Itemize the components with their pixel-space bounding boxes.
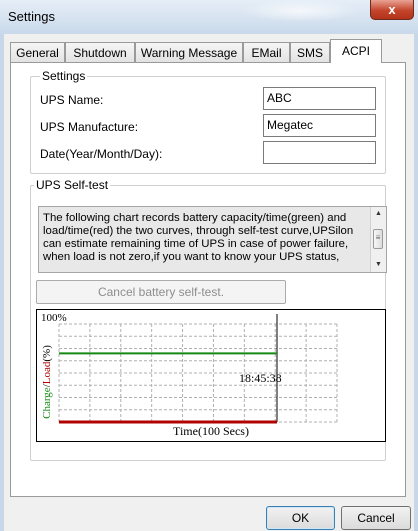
chart-xlabel: Time(100 Secs) bbox=[173, 424, 249, 438]
selftest-group-legend: UPS Self-test bbox=[34, 178, 111, 192]
ups-name-label: UPS Name: bbox=[40, 93, 104, 107]
window-title: Settings bbox=[8, 9, 55, 24]
ylabel-load: Load bbox=[41, 361, 53, 384]
ylabel-unit: (%) bbox=[41, 345, 53, 362]
scroll-up-icon[interactable]: ▲ bbox=[371, 207, 386, 221]
date-label: Date(Year/Month/Day): bbox=[40, 147, 163, 161]
tab-general[interactable]: General bbox=[10, 42, 65, 62]
title-bar: Settings x bbox=[0, 0, 418, 34]
description-scrollbar[interactable]: ▲ ≡ ▼ bbox=[370, 207, 386, 272]
scroll-thumb-icon[interactable]: ≡ bbox=[373, 229, 383, 249]
tab-acpi[interactable]: ACPI bbox=[330, 39, 382, 63]
selftest-group: UPS Self-test The following chart record… bbox=[30, 178, 387, 461]
title-bar-glow bbox=[240, 0, 360, 22]
ok-button[interactable]: OK bbox=[266, 506, 335, 530]
ylabel-charge: Charge bbox=[41, 387, 53, 419]
time-marker-label: 18:45:38 bbox=[239, 371, 282, 385]
tab-strip: General Shutdown Warning Message EMail S… bbox=[10, 39, 406, 63]
tab-email[interactable]: EMail bbox=[243, 42, 290, 62]
selftest-chart-svg: 100% 18:45:38 Time(100 Secs) Charge/Load… bbox=[41, 312, 338, 438]
cancel-self-test-button[interactable]: Cancel battery self-test. bbox=[36, 280, 286, 304]
ups-name-input[interactable]: ABC bbox=[263, 87, 376, 110]
tab-shutdown[interactable]: Shutdown bbox=[65, 42, 135, 62]
tab-sms[interactable]: SMS bbox=[290, 42, 330, 62]
ups-manufacture-label: UPS Manufacture: bbox=[40, 120, 139, 134]
close-button[interactable]: x bbox=[370, 0, 414, 20]
chart-top-label: 100% bbox=[41, 312, 67, 324]
date-input[interactable] bbox=[263, 141, 376, 164]
settings-group-legend: Settings bbox=[40, 69, 88, 83]
selftest-description-text: The following chart records battery capa… bbox=[43, 212, 354, 263]
selftest-chart: 100% 18:45:38 Time(100 Secs) Charge/Load… bbox=[36, 309, 386, 442]
tab-warning-message[interactable]: Warning Message bbox=[135, 42, 243, 62]
dialog-client: General Shutdown Warning Message EMail S… bbox=[4, 34, 414, 531]
chart-ylabel: Charge/Load(%) bbox=[41, 345, 53, 419]
chart-grid bbox=[58, 323, 338, 423]
settings-group: Settings UPS Name: ABC UPS Manufacture: … bbox=[30, 69, 386, 174]
ups-manufacture-input[interactable]: Megatec bbox=[263, 114, 376, 137]
selftest-description-box[interactable]: The following chart records battery capa… bbox=[38, 206, 387, 273]
acpi-panel: Settings UPS Name: ABC UPS Manufacture: … bbox=[10, 62, 406, 497]
scroll-down-icon[interactable]: ▼ bbox=[371, 258, 386, 272]
cancel-button[interactable]: Cancel bbox=[341, 506, 411, 530]
